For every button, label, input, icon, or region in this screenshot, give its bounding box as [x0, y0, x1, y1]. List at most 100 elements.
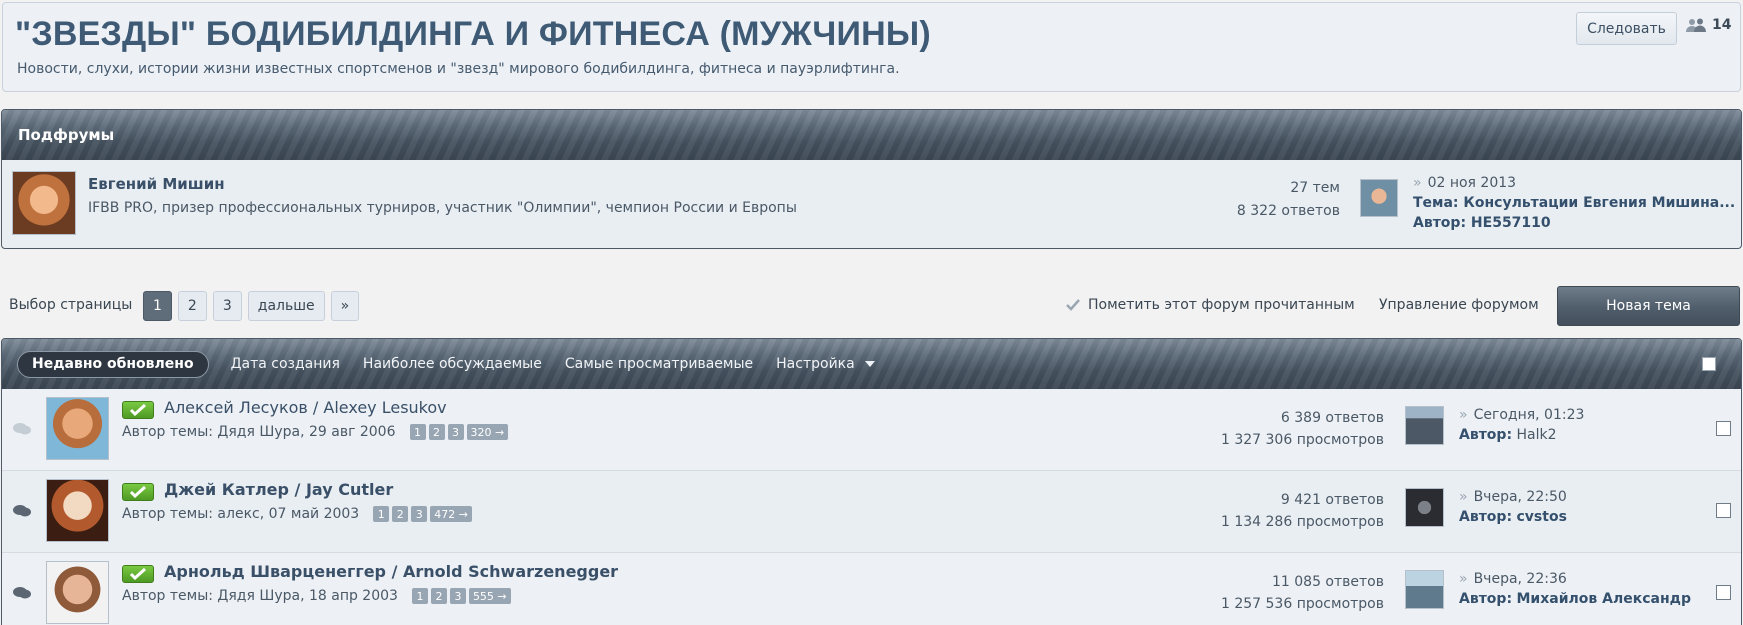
sort-bar: Недавно обновлено Дата создания Наиболее… — [2, 339, 1741, 389]
mark-read-link[interactable]: Пометить этот форум прочитанным — [1066, 297, 1355, 313]
subforum-reply-count: 8 322 ответов — [1236, 203, 1340, 219]
thread-page-link[interactable]: 2 — [430, 588, 447, 604]
thread-title-link[interactable]: Арнольд Шварценеггер / Arnold Schwarzene… — [164, 562, 618, 581]
sort-settings-dropdown[interactable]: Настройка — [776, 356, 875, 372]
sort-recently-updated[interactable]: Недавно обновлено — [17, 350, 209, 378]
subforum-name-link[interactable]: Евгений Мишин — [88, 175, 225, 193]
thread-last-post: » Сегодня, 01:23 Автор: Halk2 — [1459, 405, 1584, 445]
thread-views: 1 257 536 просмотров — [1221, 596, 1384, 612]
go-to-last-icon[interactable]: » — [1459, 489, 1468, 505]
thread-author-date[interactable]: Автор темы: Дядя Шура, 18 апр 2003 — [122, 588, 398, 604]
page-2-button[interactable]: 2 — [177, 291, 207, 321]
thread-stats: 9 421 ответов 1 134 286 просмотров — [1221, 489, 1384, 533]
select-all-checkbox[interactable] — [1702, 357, 1716, 371]
last-post-author[interactable]: Автор: HE557110 — [1413, 213, 1738, 233]
thread-select-checkbox[interactable] — [1716, 503, 1731, 518]
thread-avatar[interactable] — [46, 397, 109, 460]
pagination-label: Выбор страницы — [9, 297, 133, 313]
subforum-last-post: » 02 ноя 2013 Тема: Консультации Евгения … — [1413, 173, 1738, 233]
last-post-avatar[interactable] — [1360, 179, 1398, 217]
last-author-link[interactable]: cvstos — [1517, 509, 1567, 525]
subforum-row: Евгений Мишин IFBB PRO, призер профессио… — [2, 160, 1741, 248]
last-poster-avatar[interactable] — [1405, 406, 1444, 445]
chat-bubble-icon — [13, 423, 31, 435]
next-page-button[interactable]: дальше — [247, 291, 325, 321]
thread-pages: 1 2 3 555 → — [411, 588, 511, 604]
sort-most-viewed[interactable]: Самые просматриваемые — [565, 356, 753, 372]
thread-page-link[interactable]: 2 — [428, 424, 445, 440]
thread-avatar[interactable] — [46, 561, 109, 624]
thread-page-link[interactable]: 1 — [409, 424, 426, 440]
thread-page-link[interactable]: 3 — [411, 506, 428, 522]
thread-views: 1 134 286 просмотров — [1221, 514, 1384, 530]
threads-panel: Недавно обновлено Дата создания Наиболее… — [1, 338, 1742, 625]
last-post-thread-link[interactable]: Тема: Консультации Евгения Мишина... — [1413, 193, 1738, 213]
thread-select-checkbox[interactable] — [1716, 421, 1731, 436]
follow-button[interactable]: Следовать — [1576, 12, 1677, 45]
thread-author-date[interactable]: Автор темы: алекс, 07 май 2003 — [122, 506, 359, 522]
thread-author-date[interactable]: Автор темы: Дядя Шура, 29 авг 2006 — [122, 424, 396, 440]
last-author-label: Автор: — [1459, 509, 1513, 525]
last-post-date[interactable]: Сегодня, 01:23 — [1474, 407, 1585, 423]
approved-icon — [122, 401, 154, 419]
checkmark-icon — [1066, 299, 1080, 311]
subforum-stats: 27 тем 8 322 ответов — [1237, 177, 1340, 223]
subforum-thread-count: 27 тем — [1290, 180, 1340, 196]
sort-settings-label: Настройка — [776, 356, 855, 372]
thread-page-link[interactable]: 1 — [373, 506, 390, 522]
thread-avatar[interactable] — [46, 479, 109, 542]
last-author-label: Автор: — [1459, 427, 1513, 443]
go-to-last-icon[interactable]: » — [1459, 407, 1468, 423]
last-author-link[interactable]: Halk2 — [1517, 427, 1557, 443]
subforums-heading: Подфрумы — [2, 110, 1741, 160]
sort-created-date[interactable]: Дата создания — [231, 356, 340, 372]
subforums-heading-text: Подфрумы — [18, 126, 115, 144]
thread-pages: 1 2 3 320 → — [409, 424, 509, 440]
users-icon — [1686, 18, 1706, 32]
followers-number: 14 — [1712, 17, 1732, 33]
thread-row: Алексей Лесуков / Alexey Lesukov Автор т… — [2, 389, 1741, 471]
thread-replies: 9 421 ответов — [1280, 492, 1384, 508]
subforum-description: IFBB PRO, призер профессиональных турнир… — [88, 200, 797, 216]
thread-views: 1 327 306 просмотров — [1221, 432, 1384, 448]
thread-last-post: » Вчера, 22:50 Автор: cvstos — [1459, 487, 1567, 527]
last-post-date[interactable]: 02 ноя 2013 — [1428, 175, 1516, 191]
thread-meta: Автор темы: Дядя Шура, 18 апр 2003 1 2 3… — [122, 588, 511, 604]
subforum-avatar[interactable] — [12, 171, 76, 235]
thread-meta: Автор темы: Дядя Шура, 29 авг 2006 1 2 3… — [122, 424, 509, 440]
forum-header: "ЗВЕЗДЫ" БОДИБИЛДИНГА И ФИТНЕСА (МУЖЧИНЫ… — [2, 2, 1741, 92]
go-to-last-icon[interactable]: » — [1459, 571, 1468, 587]
thread-page-link[interactable]: 1 — [411, 588, 428, 604]
last-page-button[interactable]: » — [330, 291, 360, 321]
thread-page-link[interactable]: 2 — [392, 506, 409, 522]
thread-last-page-link[interactable]: 320 → — [466, 424, 509, 440]
thread-page-link[interactable]: 3 — [447, 424, 464, 440]
last-post-date[interactable]: Вчера, 22:50 — [1474, 489, 1567, 505]
thread-stats: 6 389 ответов 1 327 306 просмотров — [1221, 407, 1384, 451]
thread-replies: 11 085 ответов — [1272, 574, 1384, 590]
followers-count[interactable]: 14 — [1686, 17, 1731, 33]
last-poster-avatar[interactable] — [1405, 570, 1444, 609]
page-3-button[interactable]: 3 — [212, 291, 242, 321]
chat-bubble-icon — [13, 587, 31, 599]
thread-title-link[interactable]: Джей Катлер / Jay Cutler — [164, 480, 393, 499]
manage-forum-link[interactable]: Управление форумом — [1379, 297, 1539, 313]
new-topic-button[interactable]: Новая тема — [1557, 286, 1740, 326]
pagination: 1 2 3 дальше » — [143, 291, 360, 321]
sort-most-discussed[interactable]: Наиболее обсуждаемые — [363, 356, 542, 372]
thread-pages: 1 2 3 472 → — [373, 506, 472, 522]
go-to-last-icon[interactable]: » — [1413, 175, 1422, 191]
thread-last-page-link[interactable]: 555 → — [468, 588, 511, 604]
thread-page-link[interactable]: 3 — [449, 588, 466, 604]
last-author-link[interactable]: Михайлов Александр — [1517, 591, 1691, 607]
thread-title-link[interactable]: Алексей Лесуков / Alexey Lesukov — [164, 398, 447, 417]
thread-meta: Автор темы: алекс, 07 май 2003 1 2 3 472… — [122, 506, 472, 522]
approved-icon — [122, 483, 154, 501]
thread-last-page-link[interactable]: 472 → — [430, 506, 472, 522]
thread-select-checkbox[interactable] — [1716, 585, 1731, 600]
last-poster-avatar[interactable] — [1405, 488, 1444, 527]
thread-replies: 6 389 ответов — [1280, 410, 1384, 426]
last-post-date[interactable]: Вчера, 22:36 — [1474, 571, 1567, 587]
thread-last-post: » Вчера, 22:36 Автор: Михайлов Александр — [1459, 569, 1699, 609]
page-1-button[interactable]: 1 — [143, 291, 172, 321]
